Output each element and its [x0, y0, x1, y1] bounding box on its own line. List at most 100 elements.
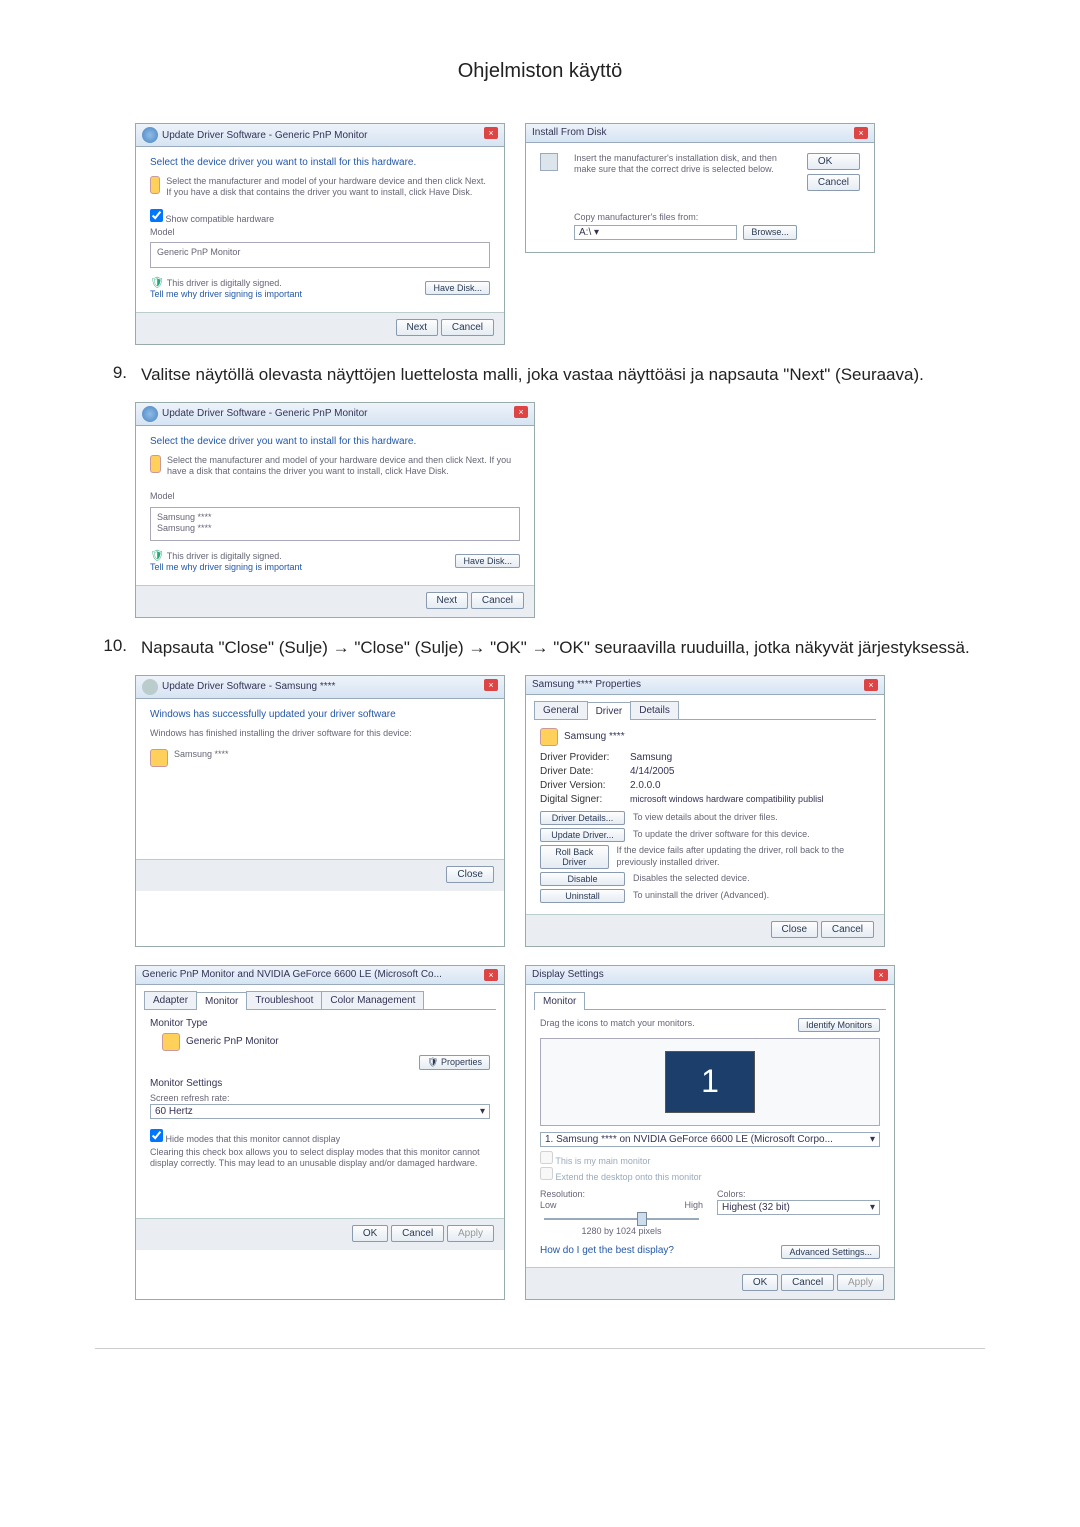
tab-adapter[interactable]: Adapter [144, 991, 197, 1009]
colors-select[interactable]: Highest (32 bit) ▾ [717, 1200, 880, 1215]
chevron-down-icon: ▾ [594, 227, 599, 238]
tab-color[interactable]: Color Management [321, 991, 424, 1009]
window-title: Samsung **** Properties × [526, 676, 884, 695]
close-icon[interactable]: × [484, 679, 498, 691]
browse-button[interactable]: Browse... [743, 225, 797, 240]
close-button[interactable]: Close [446, 866, 494, 883]
tab-monitor[interactable]: Monitor [534, 992, 585, 1010]
apply-button[interactable]: Apply [447, 1225, 494, 1242]
cancel-button[interactable]: Cancel [441, 319, 494, 336]
uninstall-button[interactable]: Uninstall [540, 889, 625, 903]
resolution-label: Resolution: [540, 1189, 703, 1200]
close-button[interactable]: Close [771, 921, 819, 938]
label: Digital Signer: [540, 794, 630, 805]
advanced-button[interactable]: Advanced Settings... [781, 1245, 880, 1259]
desc: If the device fails after updating the d… [617, 845, 871, 868]
close-icon[interactable]: × [854, 127, 868, 139]
success-heading: Windows has successfully updated your dr… [150, 709, 490, 720]
list-item[interactable]: Samsung **** [157, 512, 513, 523]
back-icon[interactable] [142, 406, 158, 422]
section-header: Monitor Type [150, 1018, 490, 1029]
shield-icon: 🛡 [150, 550, 164, 562]
ok-button[interactable]: OK [742, 1274, 778, 1291]
cancel-button[interactable]: Cancel [471, 592, 524, 609]
monitor-type: Generic PnP Monitor [186, 1036, 279, 1047]
back-icon [142, 679, 158, 695]
value: 2.0.0.0 [630, 780, 661, 791]
success-sub: Windows has finished installing the driv… [150, 728, 490, 739]
cancel-button[interactable]: Cancel [821, 921, 874, 938]
next-button[interactable]: Next [426, 592, 469, 609]
extend-desktop-checkbox [540, 1167, 553, 1180]
model-list[interactable]: Samsung **** Samsung **** [150, 507, 520, 541]
main-monitor-checkbox [540, 1151, 553, 1164]
resolution-value: 1280 by 1024 pixels [540, 1226, 703, 1237]
wizard-instruction: Select the manufacturer and model of you… [166, 176, 490, 199]
shield-icon: 🛡 [150, 277, 164, 289]
tab-monitor[interactable]: Monitor [196, 992, 247, 1010]
close-icon[interactable]: × [874, 969, 888, 981]
disable-button[interactable]: Disable [540, 872, 625, 886]
step-number: 10. [95, 636, 127, 661]
update-driver-button[interactable]: Update Driver... [540, 828, 625, 842]
label: Driver Provider: [540, 752, 630, 763]
desc: To update the driver software for this d… [633, 829, 810, 840]
properties-button[interactable]: 🛡 Properties [419, 1055, 490, 1070]
window-title: Update Driver Software - Samsung **** × [136, 676, 504, 699]
tab-troubleshoot[interactable]: Troubleshoot [246, 991, 322, 1009]
section-header: Monitor Settings [150, 1078, 490, 1089]
identify-button[interactable]: Identify Monitors [798, 1018, 880, 1032]
model-header: Model [150, 227, 490, 238]
device-icon [540, 728, 558, 746]
have-disk-button[interactable]: Have Disk... [455, 554, 520, 568]
desc: Disables the selected device. [633, 873, 750, 884]
value: microsoft windows hardware compatibility… [630, 794, 824, 804]
monitor-thumb[interactable]: 1 [665, 1051, 755, 1113]
have-disk-button[interactable]: Have Disk... [425, 281, 490, 295]
ok-button[interactable]: OK [352, 1225, 388, 1242]
ok-button[interactable]: OK [807, 153, 860, 170]
cancel-button[interactable]: Cancel [781, 1274, 834, 1291]
low-label: Low [540, 1200, 557, 1211]
device-icon [150, 749, 168, 767]
signed-text: This driver is digitally signed. [167, 278, 282, 288]
driver-details-button[interactable]: Driver Details... [540, 811, 625, 825]
compat-checkbox[interactable] [150, 209, 163, 222]
value: Samsung [630, 752, 672, 763]
window-title: Generic PnP Monitor and NVIDIA GeForce 6… [136, 966, 504, 985]
signing-link[interactable]: Tell me why driver signing is important [150, 289, 302, 299]
desc: To uninstall the driver (Advanced). [633, 890, 769, 901]
back-icon[interactable] [142, 127, 158, 143]
close-icon[interactable]: × [484, 127, 498, 139]
apply-button[interactable]: Apply [837, 1274, 884, 1291]
divider [95, 1348, 985, 1349]
wizard-heading: Select the device driver you want to ins… [150, 157, 490, 168]
drag-text: Drag the icons to match your monitors. [540, 1018, 695, 1032]
chevron-down-icon: ▾ [870, 1134, 875, 1145]
disk-icon [540, 153, 558, 171]
device-select[interactable]: 1. Samsung **** on NVIDIA GeForce 6600 L… [540, 1132, 880, 1147]
rollback-button[interactable]: Roll Back Driver [540, 845, 609, 869]
model-list[interactable]: Generic PnP Monitor [150, 242, 490, 268]
step-number: 9. [95, 363, 127, 388]
device-icon [150, 455, 161, 473]
resolution-slider[interactable] [544, 1218, 699, 1220]
help-link[interactable]: How do I get the best display? [540, 1245, 674, 1259]
hide-modes-checkbox[interactable] [150, 1129, 163, 1142]
signed-text: This driver is digitally signed. [167, 551, 282, 561]
refresh-select[interactable]: 60 Hertz ▾ [150, 1104, 490, 1119]
tab-general[interactable]: General [534, 701, 588, 719]
drive-select[interactable]: A:\ ▾ [574, 225, 737, 240]
close-icon[interactable]: × [484, 969, 498, 981]
close-icon[interactable]: × [864, 679, 878, 691]
signing-link[interactable]: Tell me why driver signing is important [150, 562, 302, 572]
tab-details[interactable]: Details [630, 701, 679, 719]
list-item[interactable]: Samsung **** [157, 523, 513, 534]
label: Driver Date: [540, 766, 630, 777]
cancel-button[interactable]: Cancel [807, 174, 860, 191]
next-button[interactable]: Next [396, 319, 439, 336]
cancel-button[interactable]: Cancel [391, 1225, 444, 1242]
close-icon[interactable]: × [514, 406, 528, 418]
tab-driver[interactable]: Driver [587, 702, 632, 720]
colors-label: Colors: [717, 1189, 880, 1200]
